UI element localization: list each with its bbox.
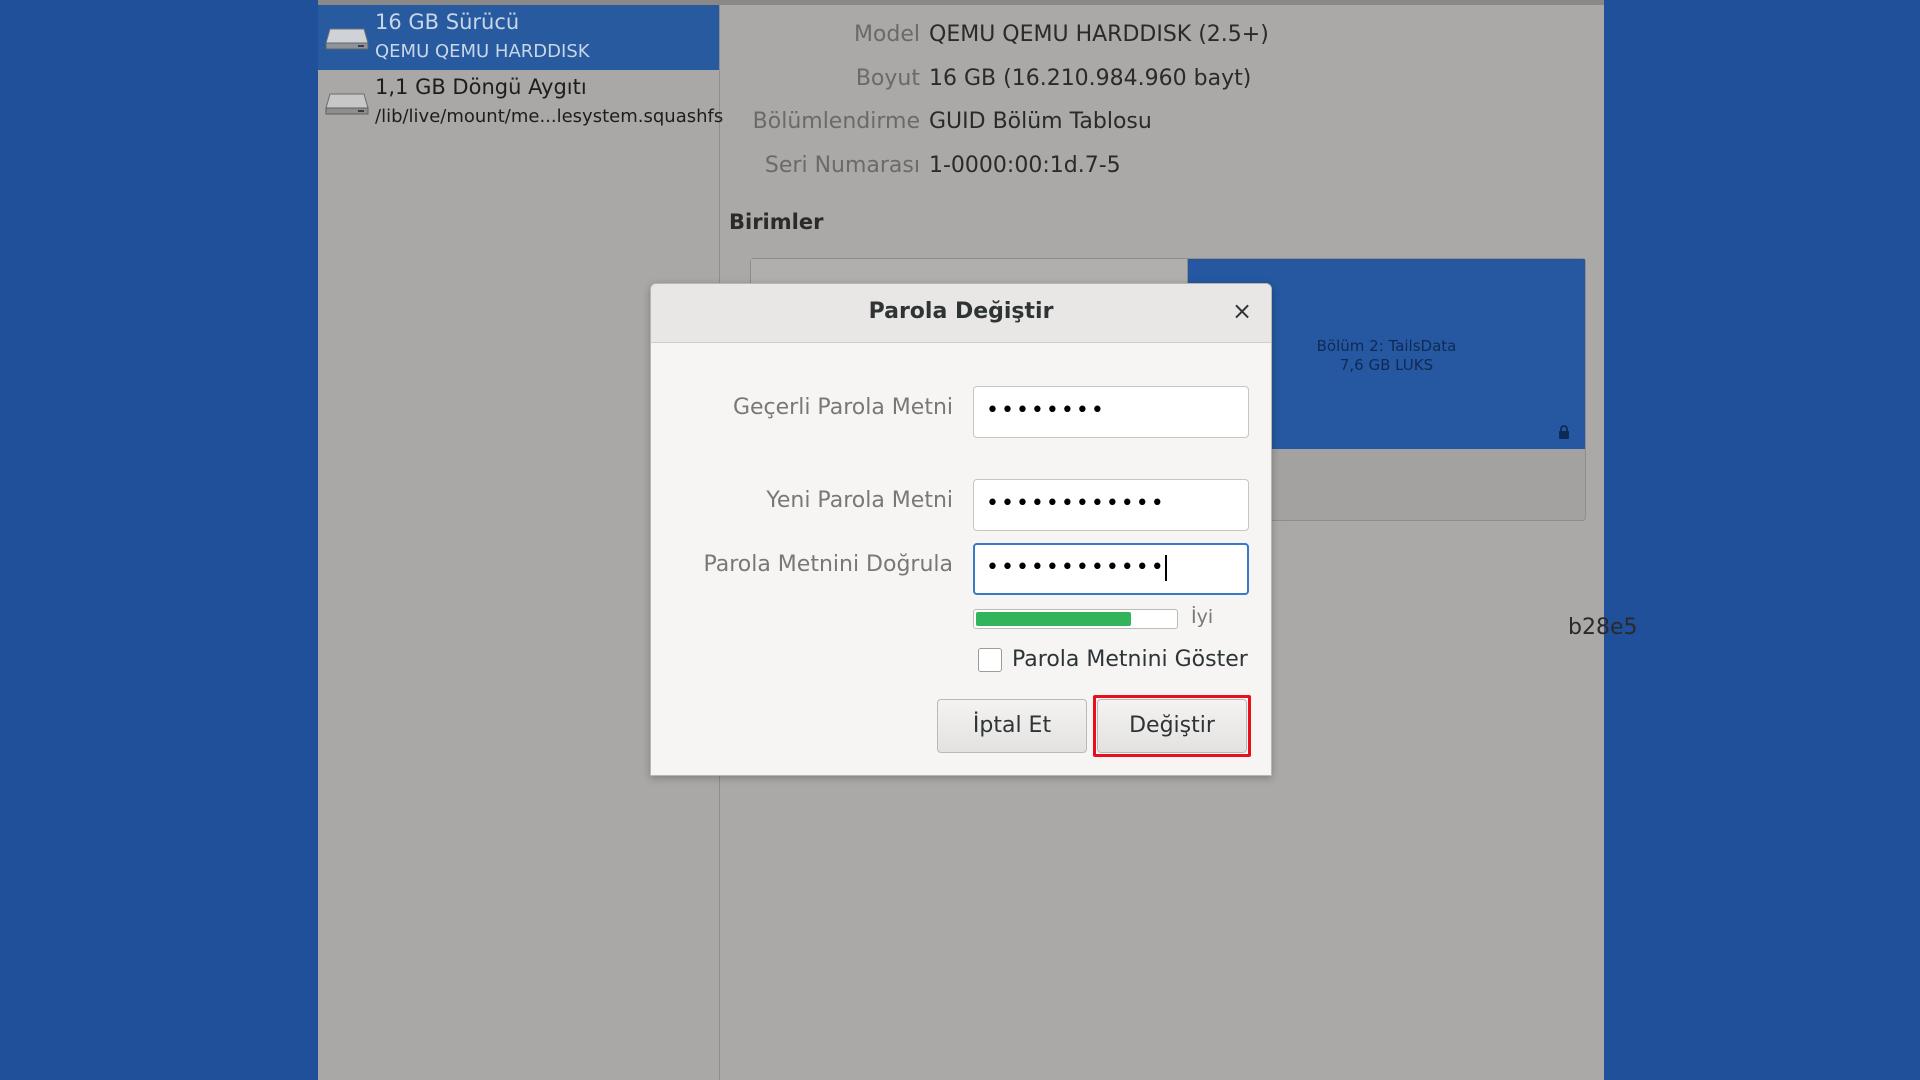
serial-label: Seri Numarası	[764, 153, 920, 178]
new-passphrase-input[interactable]: ••••••••••••	[973, 479, 1249, 531]
volumes-title: Birimler	[729, 210, 824, 234]
size-label: Boyut	[855, 66, 920, 91]
lock-icon	[1559, 425, 1569, 439]
harddisk-icon	[325, 93, 369, 115]
current-passphrase-dots: ••••••••	[986, 398, 1106, 423]
strength-label: İyi	[1191, 606, 1214, 628]
partitioning-label: Bölümlendirme	[752, 109, 920, 134]
serial-value: 1-0000:00:1d.7-5	[929, 153, 1121, 178]
confirm-passphrase-input[interactable]: ••••••••••••	[973, 543, 1249, 595]
cancel-button[interactable]: İptal Et	[937, 699, 1087, 753]
show-passphrase-label[interactable]: Parola Metnini Göster	[1012, 647, 1248, 672]
change-passphrase-dialog: Parola Değiştir × Geçerli Parola Metni •…	[650, 283, 1272, 776]
drive-subtitle: QEMU QEMU HARDDISK	[375, 41, 590, 62]
size-value: 16 GB (16.210.984.960 bayt)	[929, 66, 1252, 91]
change-button[interactable]: Değiştir	[1097, 699, 1247, 753]
text-caret	[1164, 555, 1167, 581]
sidebar-item-16gb-drive[interactable]: 16 GB Sürücü QEMU QEMU HARDDISK	[318, 5, 719, 70]
drive-name: 1,1 GB Döngü Aygıtı	[375, 75, 587, 99]
confirm-passphrase-dots: ••••••••••••	[986, 555, 1166, 580]
strength-meter	[973, 609, 1178, 629]
drive-name: 16 GB Sürücü	[375, 10, 520, 34]
sidebar-item-loop-device[interactable]: 1,1 GB Döngü Aygıtı /lib/live/mount/me..…	[318, 70, 723, 135]
current-passphrase-label: Geçerli Parola Metni	[732, 395, 953, 420]
model-label: Model	[853, 22, 920, 47]
close-icon[interactable]: ×	[1227, 296, 1257, 326]
dialog-title: Parola Değiştir	[868, 299, 1054, 324]
confirm-passphrase-label: Parola Metnini Doğrula	[703, 552, 953, 577]
show-passphrase-checkbox[interactable]	[978, 648, 1002, 672]
uuid-fragment: b28e5	[1568, 615, 1638, 640]
dialog-header: Parola Değiştir ×	[651, 284, 1271, 343]
current-passphrase-input[interactable]: ••••••••	[973, 386, 1249, 438]
harddisk-icon	[325, 28, 369, 50]
model-value: QEMU QEMU HARDDISK (2.5+)	[929, 22, 1269, 47]
new-passphrase-dots: ••••••••••••	[986, 491, 1166, 516]
drive-subtitle: /lib/live/mount/me...lesystem.squashfs	[375, 106, 724, 127]
partitioning-value: GUID Bölüm Tablosu	[929, 109, 1152, 134]
strength-meter-fill	[976, 612, 1131, 626]
new-passphrase-label: Yeni Parola Metni	[766, 488, 953, 513]
